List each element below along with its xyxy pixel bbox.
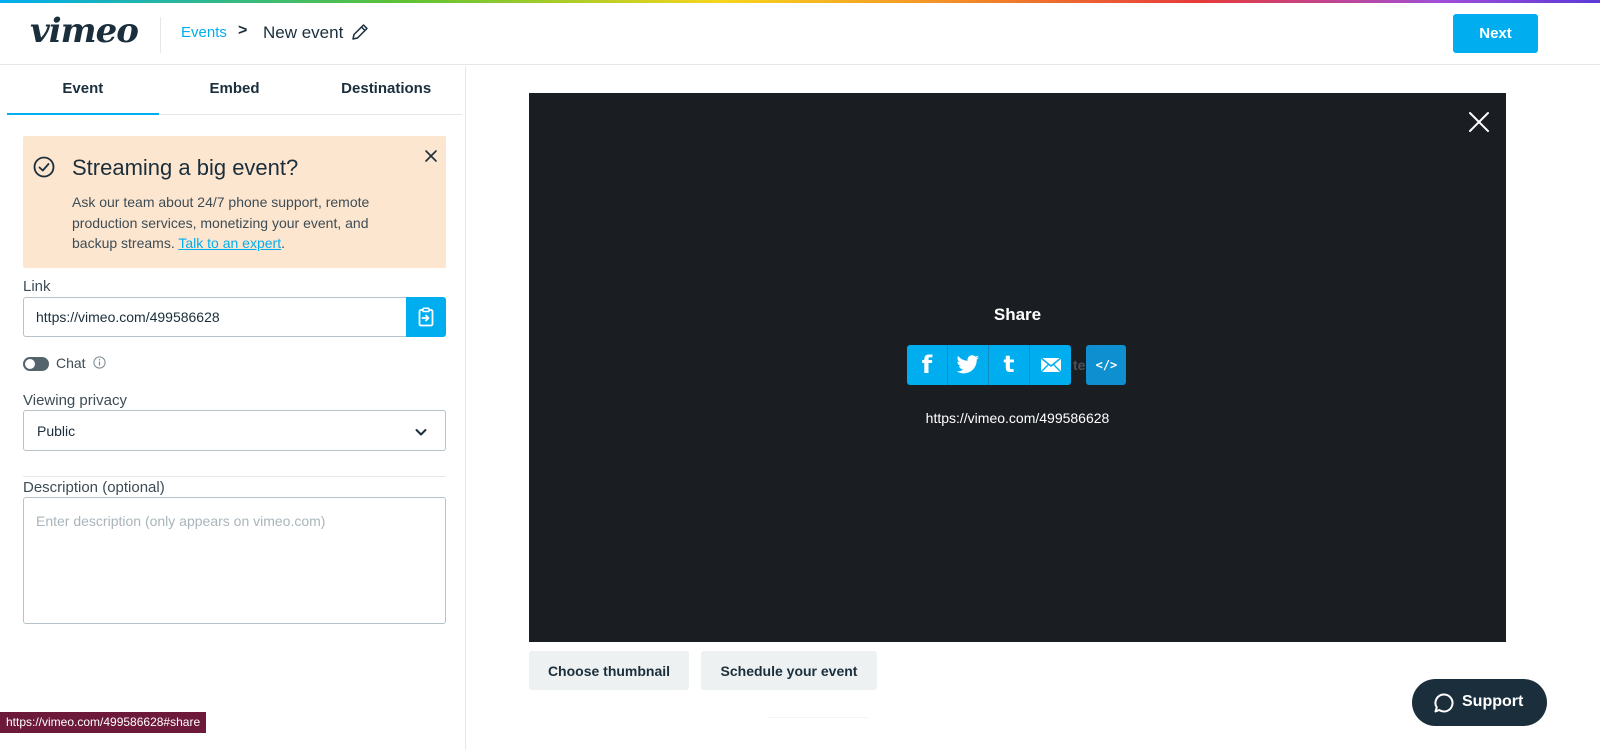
email-share-button[interactable]	[1030, 345, 1071, 385]
embed-code-button[interactable]: </>	[1086, 345, 1127, 385]
tab-destinations[interactable]: Destinations	[310, 66, 462, 114]
info-icon[interactable]	[93, 356, 106, 369]
link-label: Link	[23, 278, 51, 295]
viewing-privacy-value: Public	[37, 423, 76, 439]
schedule-event-button[interactable]: Schedule your event	[701, 651, 877, 690]
promo-title: Streaming a big event?	[72, 155, 299, 180]
choose-thumbnail-button[interactable]: Choose thumbnail	[529, 651, 689, 690]
support-button[interactable]: Support	[1412, 679, 1547, 726]
event-sidebar: Event Embed Destinations Streaming a big…	[0, 66, 466, 750]
share-url[interactable]: https://vimeo.com/499586628	[529, 410, 1506, 426]
twitter-bird-icon	[956, 355, 979, 374]
share-buttons: f t te </>	[907, 345, 1127, 385]
pencil-icon[interactable]	[350, 22, 370, 42]
promo-body: Ask our team about 24/7 phone support, r…	[72, 192, 412, 254]
talk-to-expert-link[interactable]: Talk to an expert	[178, 235, 281, 251]
facebook-icon: f	[921, 351, 933, 379]
viewing-privacy-label: Viewing privacy	[23, 392, 127, 409]
obscured-text: te	[1073, 357, 1086, 373]
promo-banner: Streaming a big event? Ask our team abou…	[23, 136, 446, 268]
promo-trailing: .	[281, 235, 285, 251]
top-header: vimeo Events > New event Next	[0, 3, 1600, 65]
chevron-down-icon	[415, 429, 427, 436]
vimeo-logo[interactable]: vimeo	[30, 11, 139, 51]
breadcrumb-events-link[interactable]: Events	[181, 24, 227, 41]
browser-status-url: https://vimeo.com/499586628#share	[0, 712, 207, 733]
clipboard-icon	[418, 307, 434, 327]
viewing-privacy-select[interactable]: Public	[23, 410, 446, 451]
tumblr-icon: t	[1003, 352, 1015, 378]
twitter-share-button[interactable]	[948, 345, 989, 385]
check-circle-icon	[33, 156, 55, 178]
link-field[interactable]	[23, 297, 406, 337]
tumblr-share-button[interactable]: t	[989, 345, 1030, 385]
video-player: Share f t te </> https://vimeo.com/49958…	[529, 93, 1506, 642]
event-title: New event	[263, 23, 344, 42]
description-field[interactable]	[23, 497, 446, 624]
sidebar-tabs: Event Embed Destinations	[7, 66, 462, 115]
support-label: Support	[1462, 693, 1524, 710]
chat-label: Chat	[56, 355, 86, 371]
next-button[interactable]: Next	[1453, 14, 1538, 53]
header-divider	[160, 17, 161, 53]
facebook-share-button[interactable]: f	[907, 345, 948, 385]
share-title: Share	[993, 305, 1042, 324]
close-share-icon[interactable]	[1468, 111, 1490, 133]
breadcrumb-separator: >	[238, 22, 248, 39]
code-icon: </>	[1095, 358, 1118, 372]
tab-embed[interactable]: Embed	[159, 66, 311, 114]
envelope-icon	[1040, 357, 1061, 373]
section-divider	[23, 476, 446, 477]
close-icon[interactable]	[423, 148, 439, 164]
description-label: Description (optional)	[23, 479, 165, 496]
chat-toggle[interactable]	[23, 357, 49, 371]
tab-event[interactable]: Event	[7, 66, 159, 115]
faint-divider	[768, 717, 868, 718]
chat-bubble-icon	[1434, 693, 1454, 713]
copy-link-button[interactable]	[406, 297, 446, 337]
